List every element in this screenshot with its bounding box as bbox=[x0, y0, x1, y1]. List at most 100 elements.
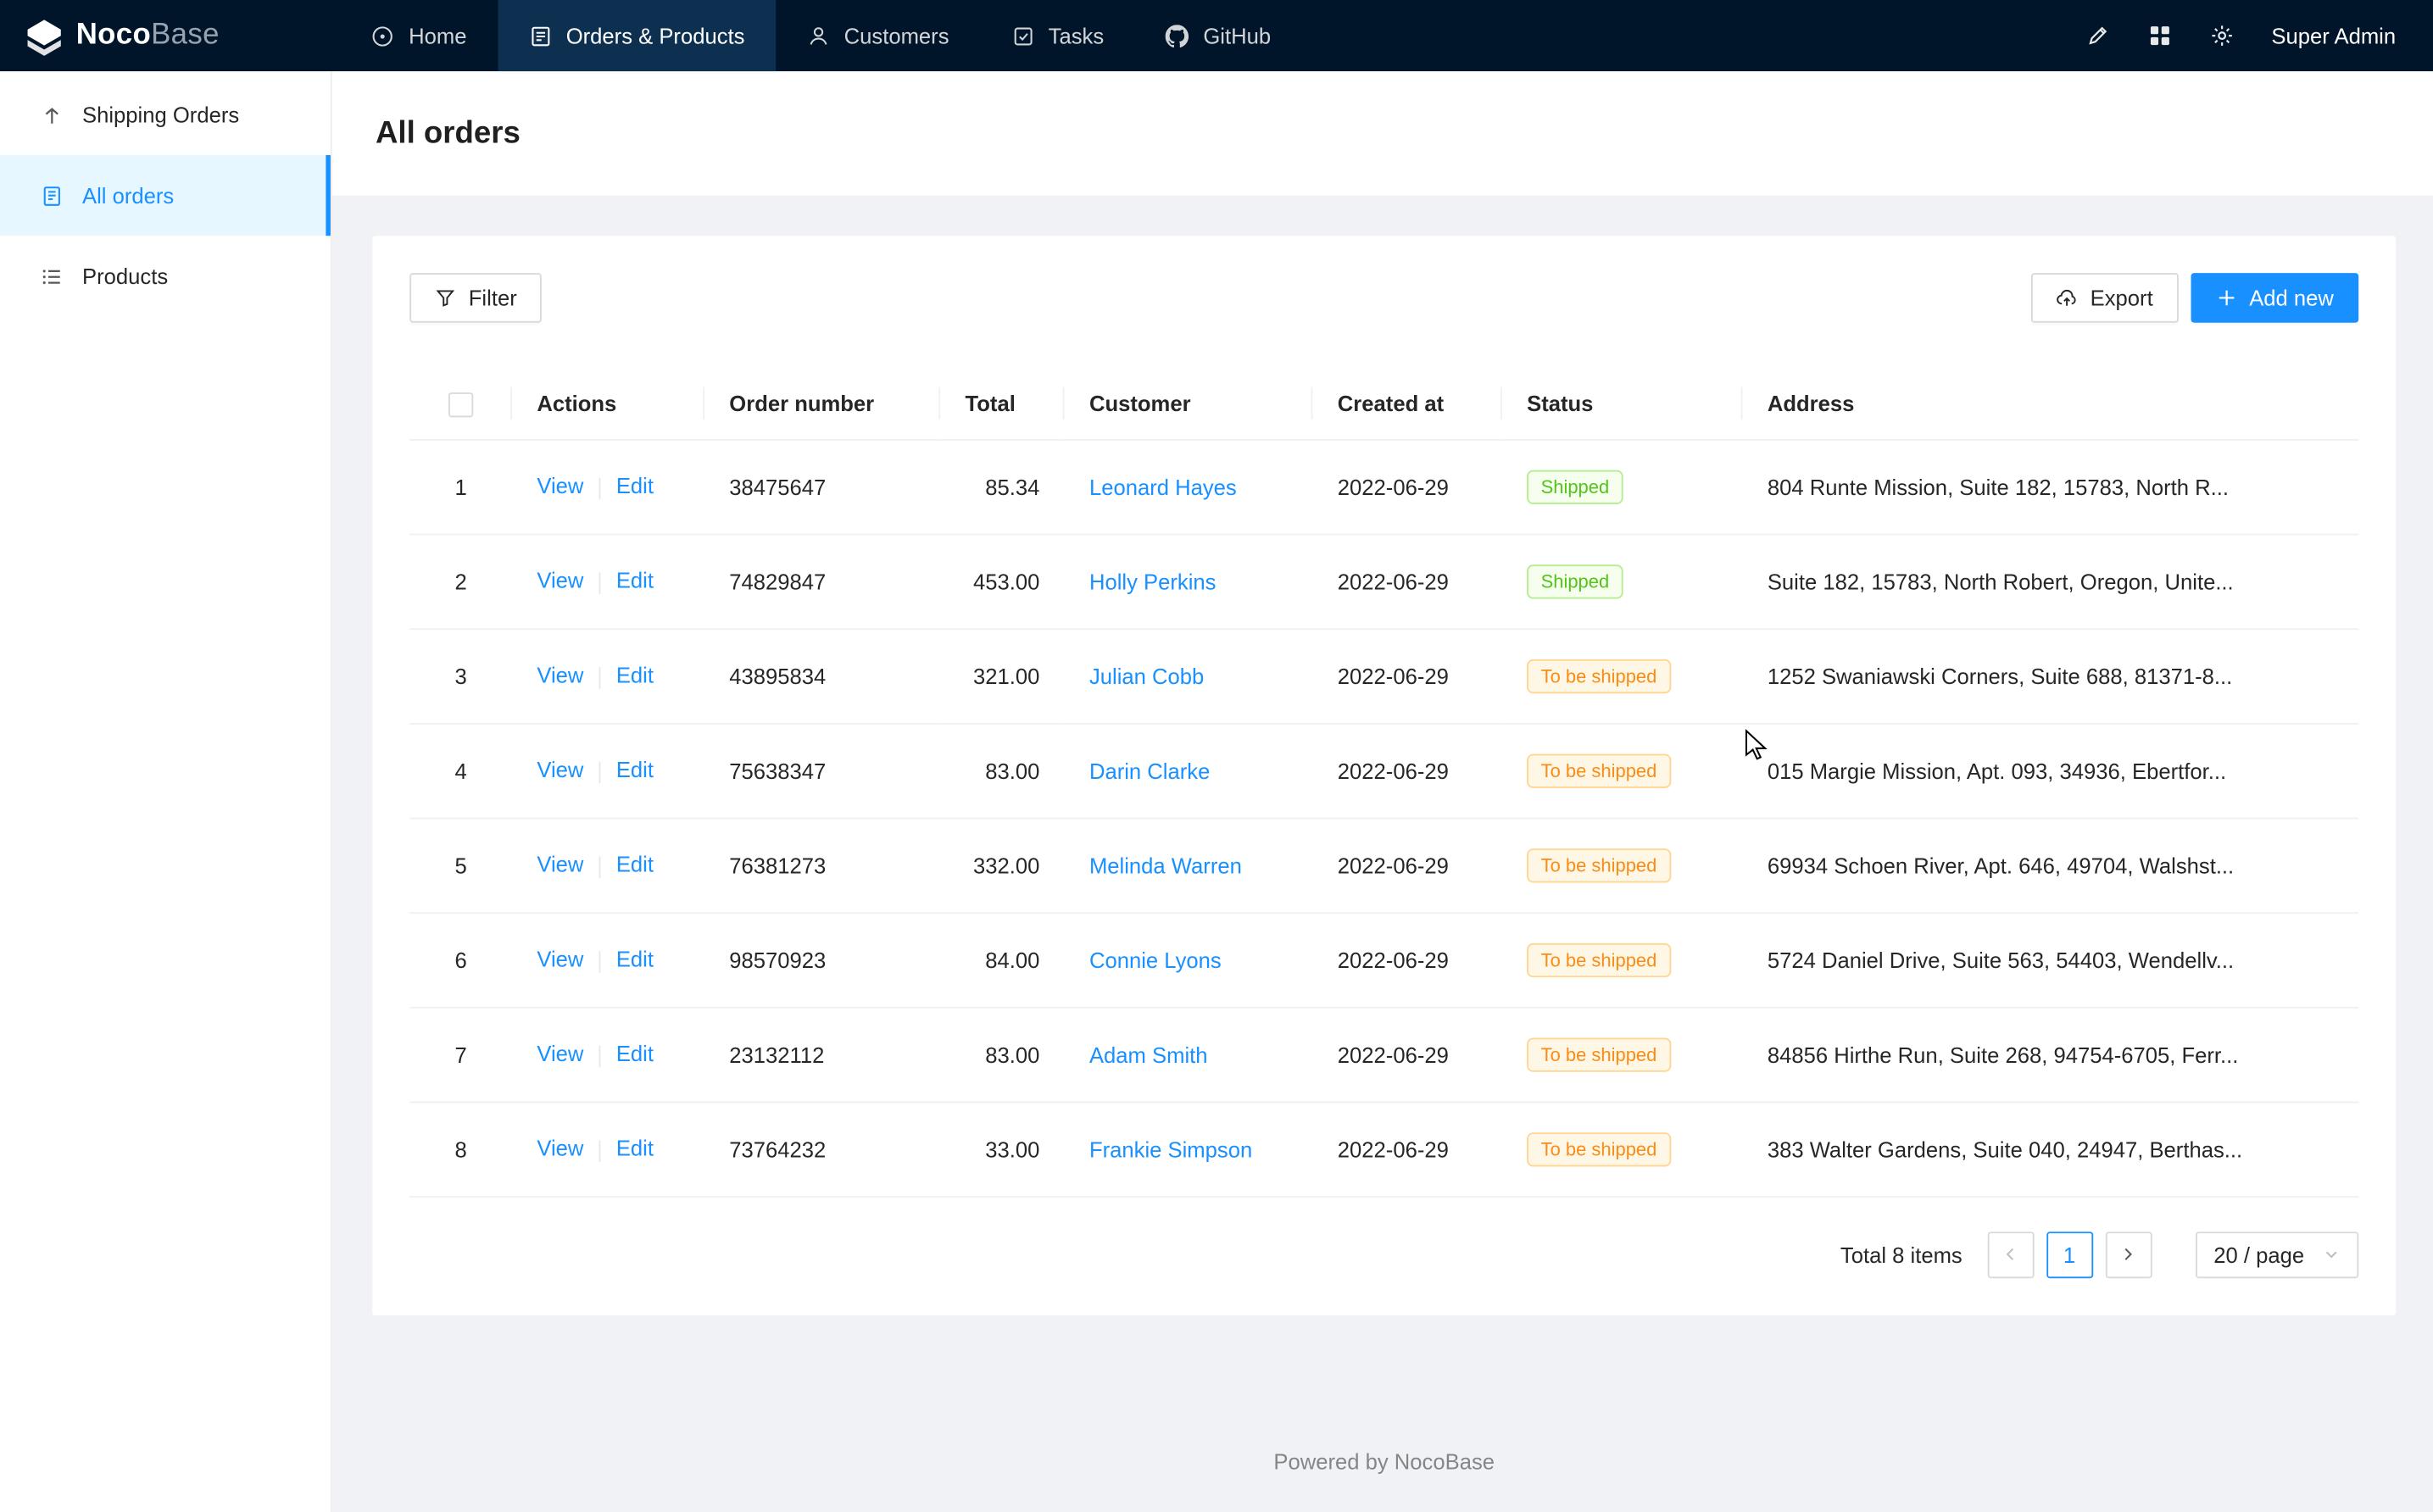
nav-item-orders-products[interactable]: Orders & Products bbox=[498, 0, 776, 71]
nav-item-github[interactable]: GitHub bbox=[1135, 0, 1302, 71]
add-new-button-label: Add new bbox=[2249, 286, 2334, 310]
sidebar-item-shipping-orders[interactable]: Shipping Orders bbox=[0, 75, 331, 155]
status-badge: To be shipped bbox=[1527, 1131, 1671, 1165]
status-badge: Shipped bbox=[1527, 564, 1623, 598]
view-link[interactable]: View bbox=[537, 474, 583, 498]
view-link[interactable]: View bbox=[537, 663, 583, 687]
address-cell: 5724 Daniel Drive, Suite 563, 54403, Wen… bbox=[1743, 912, 2359, 1007]
table-toolbar: Filter Export bbox=[409, 273, 2358, 323]
export-icon bbox=[2056, 287, 2078, 309]
status-cell: To be shipped bbox=[1502, 723, 1743, 818]
row-index: 7 bbox=[409, 1007, 512, 1102]
column-header-order-number: Order number bbox=[704, 370, 940, 439]
customers-icon bbox=[807, 24, 830, 47]
add-new-button[interactable]: Add new bbox=[2191, 273, 2359, 323]
home-icon bbox=[371, 24, 394, 47]
page-size-select[interactable]: 20 / page bbox=[2195, 1231, 2358, 1277]
total-cell: 321.00 bbox=[940, 628, 1064, 723]
sidebar-item-all-orders[interactable]: All orders bbox=[0, 155, 331, 236]
status-cell: To be shipped bbox=[1502, 628, 1743, 723]
nav-item-tasks[interactable]: Tasks bbox=[980, 0, 1135, 71]
view-link[interactable]: View bbox=[537, 947, 583, 971]
customer-link[interactable]: Darin Clarke bbox=[1089, 758, 1210, 782]
nav-item-label: Orders & Products bbox=[566, 23, 745, 47]
pagination-page-1[interactable]: 1 bbox=[2046, 1231, 2093, 1277]
row-actions: View Edit bbox=[512, 439, 704, 534]
customer-cell: Connie Lyons bbox=[1065, 912, 1313, 1007]
edit-link[interactable]: Edit bbox=[616, 1136, 654, 1160]
orders-card: Filter Export bbox=[372, 236, 2396, 1315]
chevron-left-icon bbox=[2002, 1246, 2018, 1263]
created-at-cell: 2022-06-29 bbox=[1313, 628, 1502, 723]
chevron-right-icon bbox=[2120, 1246, 2137, 1263]
customer-cell: Frankie Simpson bbox=[1065, 1102, 1313, 1197]
status-cell: To be shipped bbox=[1502, 912, 1743, 1007]
edit-link[interactable]: Edit bbox=[616, 663, 654, 687]
customer-cell: Darin Clarke bbox=[1065, 723, 1313, 818]
main-nav: Home Orders & Products Customers Tasks bbox=[341, 0, 1302, 71]
gear-icon[interactable] bbox=[2197, 11, 2247, 61]
customer-link[interactable]: Frankie Simpson bbox=[1089, 1137, 1252, 1161]
blocks-icon[interactable] bbox=[2135, 11, 2185, 61]
address-cell: 69934 Schoen River, Apt. 646, 49704, Wal… bbox=[1743, 818, 2359, 913]
pagination-prev-button[interactable] bbox=[1987, 1231, 2034, 1277]
customer-cell: Julian Cobb bbox=[1065, 628, 1313, 723]
status-cell: To be shipped bbox=[1502, 1007, 1743, 1102]
address-cell: 1252 Swaniawski Corners, Suite 688, 8137… bbox=[1743, 628, 2359, 723]
nav-item-home[interactable]: Home bbox=[341, 0, 498, 71]
total-cell: 85.34 bbox=[940, 439, 1064, 534]
sidebar-item-products[interactable]: Products bbox=[0, 236, 331, 316]
pagination-next-button[interactable] bbox=[2105, 1231, 2152, 1277]
row-index: 6 bbox=[409, 912, 512, 1007]
column-header-status: Status bbox=[1502, 370, 1743, 439]
order-number-cell: 98570923 bbox=[704, 912, 940, 1007]
filter-icon bbox=[435, 287, 457, 309]
file-icon bbox=[41, 184, 64, 207]
customer-link[interactable]: Leonard Hayes bbox=[1089, 474, 1237, 498]
view-link[interactable]: View bbox=[537, 1042, 583, 1066]
row-index: 3 bbox=[409, 628, 512, 723]
powered-by-footer: Powered by NocoBase bbox=[372, 1448, 2396, 1473]
view-link[interactable]: View bbox=[537, 853, 583, 877]
arrow-up-icon bbox=[41, 103, 64, 126]
highlighter-icon[interactable] bbox=[2073, 11, 2123, 61]
select-all-checkbox[interactable] bbox=[448, 392, 473, 417]
edit-link[interactable]: Edit bbox=[616, 947, 654, 971]
navbar-right: Super Admin bbox=[2073, 0, 2433, 71]
total-cell: 33.00 bbox=[940, 1102, 1064, 1197]
user-menu[interactable]: Super Admin bbox=[2271, 23, 2396, 47]
customer-link[interactable]: Holly Perkins bbox=[1089, 569, 1216, 593]
customer-link[interactable]: Adam Smith bbox=[1089, 1042, 1208, 1066]
sidebar-item-label: Products bbox=[82, 264, 168, 288]
total-cell: 84.00 bbox=[940, 912, 1064, 1007]
view-link[interactable]: View bbox=[537, 1136, 583, 1160]
customer-cell: Melinda Warren bbox=[1065, 818, 1313, 913]
edit-link[interactable]: Edit bbox=[616, 474, 654, 498]
view-link[interactable]: View bbox=[537, 569, 583, 593]
nocobase-logo[interactable]: NocoBase bbox=[0, 0, 238, 71]
top-navbar: NocoBase Home Orders & Products Customer… bbox=[0, 0, 2433, 71]
action-divider bbox=[599, 1045, 601, 1067]
created-at-cell: 2022-06-29 bbox=[1313, 439, 1502, 534]
status-badge: To be shipped bbox=[1527, 753, 1671, 787]
filter-button[interactable]: Filter bbox=[409, 273, 542, 323]
edit-link[interactable]: Edit bbox=[616, 1042, 654, 1066]
edit-link[interactable]: Edit bbox=[616, 758, 654, 782]
customer-link[interactable]: Julian Cobb bbox=[1089, 663, 1204, 687]
pagination: Total 8 items 1 20 / page bbox=[409, 1231, 2358, 1277]
order-number-cell: 75638347 bbox=[704, 723, 940, 818]
row-actions: View Edit bbox=[512, 912, 704, 1007]
row-actions: View Edit bbox=[512, 723, 704, 818]
plus-icon bbox=[2215, 287, 2237, 309]
customer-link[interactable]: Melinda Warren bbox=[1089, 853, 1242, 877]
filter-button-label: Filter bbox=[469, 286, 517, 310]
edit-link[interactable]: Edit bbox=[616, 853, 654, 877]
customer-link[interactable]: Connie Lyons bbox=[1089, 947, 1222, 971]
address-cell: 383 Walter Gardens, Suite 040, 24947, Be… bbox=[1743, 1102, 2359, 1197]
export-button[interactable]: Export bbox=[2031, 273, 2178, 323]
view-link[interactable]: View bbox=[537, 758, 583, 782]
order-number-cell: 76381273 bbox=[704, 818, 940, 913]
nav-item-customers[interactable]: Customers bbox=[776, 0, 980, 71]
edit-link[interactable]: Edit bbox=[616, 569, 654, 593]
table-row: 1 ViewEdit 38475647 85.34 Leonard Hayes … bbox=[409, 439, 2358, 534]
